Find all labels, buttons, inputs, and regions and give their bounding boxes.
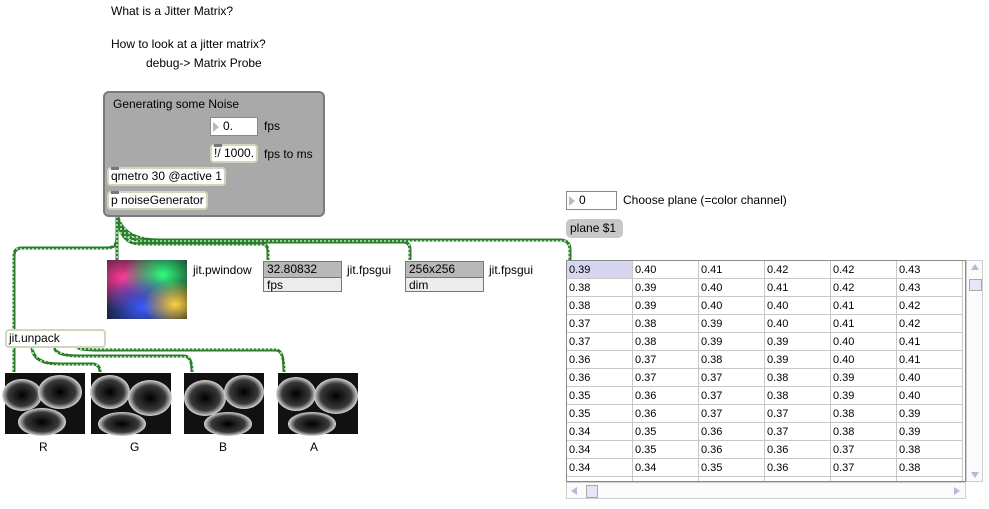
matrix-cell[interactable]: 0.36 [765, 441, 831, 459]
matrix-cell[interactable]: 0.41 [831, 297, 897, 315]
matrix-cell[interactable]: 0.41 [699, 261, 765, 279]
matrix-cell[interactable]: 0.38 [567, 297, 633, 315]
matrix-cell[interactable]: 0.37 [765, 423, 831, 441]
matrix-cell[interactable]: 0.35 [567, 387, 633, 405]
scroll-down-icon[interactable] [971, 472, 979, 478]
matrix-cell[interactable]: 0.35 [567, 405, 633, 423]
matrix-cell[interactable]: 0.38 [699, 351, 765, 369]
matrix-cell[interactable]: 0.39 [567, 261, 633, 279]
matrix-cell[interactable]: 0.39 [831, 369, 897, 387]
plane-message-box[interactable]: plane $1 [566, 219, 623, 238]
horizontal-scrollbar[interactable] [566, 482, 966, 499]
matrix-cell[interactable]: 0.34 [567, 459, 633, 477]
triangle-icon [569, 196, 575, 206]
scroll-thumb-horizontal[interactable] [586, 485, 598, 498]
matrix-cell[interactable]: 0.37 [699, 369, 765, 387]
matrix-cell[interactable]: 0.34 [567, 441, 633, 459]
matrix-cell[interactable]: 0.39 [765, 351, 831, 369]
matrix-cell[interactable]: 0.40 [831, 333, 897, 351]
matrix-cell[interactable]: 0.36 [567, 351, 633, 369]
matrix-cell[interactable]: 0.37 [633, 351, 699, 369]
matrix-cell[interactable]: 0.37 [831, 441, 897, 459]
matrix-cell[interactable]: 0.39 [897, 405, 963, 423]
matrix-cell[interactable]: 0.37 [633, 369, 699, 387]
matrix-cell[interactable]: 0.42 [765, 261, 831, 279]
matrix-cell[interactable]: 0.40 [897, 369, 963, 387]
scroll-thumb[interactable] [969, 279, 982, 291]
matrix-cell[interactable]: 0.36 [765, 459, 831, 477]
matrix-cell[interactable]: 0.42 [831, 261, 897, 279]
matrix-cell[interactable]: 0.40 [765, 297, 831, 315]
matrix-cell[interactable]: 0.37 [699, 405, 765, 423]
matrix-cell[interactable]: 0.40 [831, 351, 897, 369]
channel-label-g: G [130, 440, 140, 454]
vertical-scrollbar[interactable] [966, 260, 983, 482]
jit-cellblock[interactable]: 0.39 0.40 0.41 0.42 0.42 0.43 0.38 0.39 0.40 0.41… [566, 260, 966, 482]
channel-b-image [184, 373, 264, 436]
scroll-left-icon[interactable] [571, 487, 577, 495]
matrix-cell[interactable]: 0.36 [633, 405, 699, 423]
channel-label-b: B [219, 440, 228, 454]
matrix-cell[interactable]: 0.40 [765, 315, 831, 333]
matrix-cell[interactable]: 0.35 [633, 441, 699, 459]
channel-label-a: A [310, 440, 319, 454]
matrix-cell[interactable]: 0.39 [633, 297, 699, 315]
matrix-cell[interactable]: 0.37 [831, 459, 897, 477]
matrix-cell[interactable]: 0.37 [567, 333, 633, 351]
channel-r-image [2, 373, 85, 436]
matrix-cell[interactable]: 0.36 [699, 441, 765, 459]
matrix-cell[interactable]: 0.37 [567, 315, 633, 333]
matrix-cell[interactable]: 0.38 [633, 333, 699, 351]
matrix-cell[interactable]: 0.37 [699, 387, 765, 405]
scroll-up-icon[interactable] [971, 264, 979, 270]
matrix-cell[interactable]: 0.43 [897, 279, 963, 297]
matrix-cell[interactable]: 0.41 [897, 351, 963, 369]
matrix-cell[interactable]: 0.39 [699, 315, 765, 333]
matrix-cell[interactable]: 0.39 [897, 423, 963, 441]
matrix-cell[interactable]: 0.36 [699, 423, 765, 441]
matrix-cell[interactable]: 0.34 [633, 459, 699, 477]
channel-a-image [276, 373, 358, 436]
matrix-cell[interactable]: 0.35 [699, 459, 765, 477]
matrix-cell[interactable]: 0.38 [831, 423, 897, 441]
plane-number-value: 0 [579, 193, 586, 207]
scroll-right-icon[interactable] [954, 487, 960, 495]
matrix-cell[interactable]: 0.39 [633, 279, 699, 297]
matrix-cell[interactable]: 0.36 [567, 369, 633, 387]
matrix-cell[interactable]: 0.35 [633, 423, 699, 441]
matrix-cell[interactable]: 0.40 [699, 297, 765, 315]
channel-g-image [90, 373, 172, 436]
matrix-cell[interactable]: 0.38 [765, 387, 831, 405]
matrix-cell[interactable]: 0.40 [633, 261, 699, 279]
matrix-cell[interactable]: 0.37 [765, 405, 831, 423]
channel-label-r: R [39, 440, 48, 454]
matrix-cell[interactable]: 0.38 [897, 459, 963, 477]
matrix-cell[interactable]: 0.41 [765, 279, 831, 297]
matrix-cell[interactable]: 0.38 [567, 279, 633, 297]
matrix-cell[interactable]: 0.40 [699, 279, 765, 297]
matrix-cell[interactable]: 0.36 [633, 387, 699, 405]
matrix-cell[interactable]: 0.39 [831, 387, 897, 405]
matrix-cell[interactable]: 0.42 [897, 297, 963, 315]
matrix-cell[interactable]: 0.41 [831, 315, 897, 333]
matrix-cell[interactable]: 0.38 [897, 441, 963, 459]
matrix-cell[interactable]: 0.42 [897, 315, 963, 333]
matrix-cell[interactable]: 0.34 [567, 423, 633, 441]
matrix-cell[interactable]: 0.38 [765, 369, 831, 387]
choose-plane-comment: Choose plane (=color channel) [623, 193, 787, 207]
matrix-cell[interactable]: 0.38 [633, 315, 699, 333]
matrix-cell[interactable]: 0.40 [897, 387, 963, 405]
matrix-cell[interactable]: 0.41 [897, 333, 963, 351]
plane-number-box[interactable]: 0 [566, 191, 617, 210]
matrix-cell[interactable]: 0.42 [831, 279, 897, 297]
matrix-cell[interactable]: 0.39 [699, 333, 765, 351]
matrix-cell[interactable]: 0.43 [897, 261, 963, 279]
matrix-cell[interactable]: 0.38 [831, 405, 897, 423]
matrix-cell[interactable]: 0.39 [765, 333, 831, 351]
